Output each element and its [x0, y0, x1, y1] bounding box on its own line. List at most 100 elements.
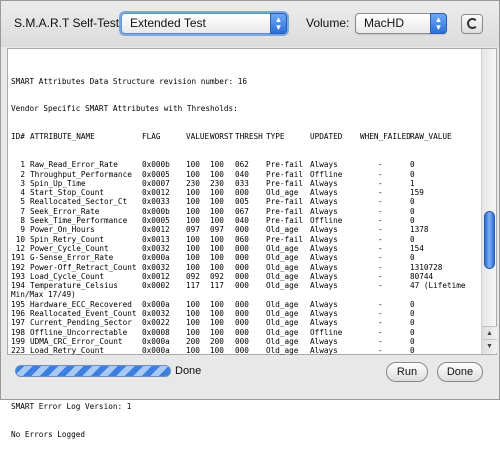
table-cell: Reallocated_Event_Count: [30, 309, 137, 319]
table-cell: 000: [235, 346, 249, 356]
table-cell: Pre-fail: [266, 178, 304, 188]
table-cell: -: [378, 281, 383, 291]
table-cell: 100: [186, 160, 200, 170]
table-cell: 193: [11, 271, 25, 281]
table-cell: Pre-fail: [266, 197, 304, 207]
table-cell: 0x000a: [142, 253, 170, 263]
table-cell: -: [378, 318, 383, 328]
table-cell: Pre-fail: [266, 234, 304, 244]
table-cell: 200: [186, 336, 200, 346]
table-row: 5 Reallocated_Sector_Ct 0x0033 100 100 005 Pre…: [11, 197, 476, 206]
table-cell: 0x0013: [142, 234, 170, 244]
table-cell: Old_age: [266, 243, 299, 253]
table-cell: Always: [310, 262, 338, 272]
table-cell: 100: [210, 169, 224, 179]
table-cell: 198: [11, 327, 25, 337]
table-cell: -: [378, 346, 383, 356]
table-row: 1 Raw_Read_Error_Rate 0x000b 100 100 062 Pre-f…: [11, 160, 476, 169]
table-cell: 194: [11, 281, 25, 291]
table-cell: 000: [235, 309, 249, 319]
table-cell: 195: [11, 299, 25, 309]
table-cell: 100: [210, 234, 224, 244]
table-cell: 0x0008: [142, 327, 170, 337]
table-cell: 100: [210, 206, 224, 216]
self-test-select[interactable]: Extended Test ▲ ▼: [121, 13, 287, 34]
scroll-down-arrow-icon[interactable]: ▼: [482, 339, 497, 353]
table-cell: 033: [235, 178, 249, 188]
done-button[interactable]: Done: [437, 362, 483, 382]
table-cell: Always: [310, 346, 338, 356]
table-cell: Always: [310, 188, 338, 198]
table-cell: 0x000b: [142, 160, 170, 170]
table-cell: Always: [310, 197, 338, 207]
table-cell: 000: [235, 243, 249, 253]
table-cell: 100: [210, 197, 224, 207]
table-cell: 223: [11, 346, 25, 356]
table-row: 7 Seek_Error_Rate 0x000b 100 100 067 Pre-fail A…: [11, 207, 476, 216]
table-cell: 000: [235, 336, 249, 346]
table-cell: G-Sense_Error_Rate: [30, 253, 114, 263]
table-cell: -: [378, 243, 383, 253]
table-cell: Always: [310, 253, 338, 263]
table-cell: 100: [210, 188, 224, 198]
table-cell: 0: [410, 346, 415, 356]
column-header: UPDATED: [310, 132, 343, 142]
table-cell: -: [378, 262, 383, 272]
column-header-row: ID# ATTRIBUTE_NAME FLAG VALUE WORST THRESH TYP…: [11, 132, 476, 141]
column-header: THRESH: [235, 132, 263, 142]
table-cell: 200: [210, 336, 224, 346]
table-cell: 0: [410, 327, 415, 337]
table-cell: 100: [186, 243, 200, 253]
table-cell: Hardware_ECC_Recovered: [30, 299, 132, 309]
table-cell: 100: [186, 188, 200, 198]
run-button[interactable]: Run: [386, 362, 428, 382]
table-cell: 0x000a: [142, 336, 170, 346]
scroll-up-arrow-icon[interactable]: ▲: [482, 326, 497, 340]
table-cell: Reallocated_Sector_Ct: [30, 197, 128, 207]
table-cell: 1: [410, 178, 415, 188]
table-row: 196 Reallocated_Event_Count 0x0032 100 100 00…: [11, 309, 476, 318]
header-line: Vendor Specific SMART Attributes with Th…: [11, 104, 238, 114]
table-cell: -: [378, 197, 383, 207]
table-cell: Old_age: [266, 299, 299, 309]
volume-value: MacHD: [364, 16, 405, 30]
table-cell: 117: [210, 281, 224, 291]
column-header: FLAG: [142, 132, 161, 142]
table-cell: 005: [235, 197, 249, 207]
table-cell: 100: [210, 318, 224, 328]
table-cell: 092: [210, 271, 224, 281]
table-cell: 000: [235, 253, 249, 263]
table-cell: 0: [410, 160, 415, 170]
table-cell: 100: [186, 169, 200, 179]
table-cell: Seek_Error_Rate: [30, 206, 100, 216]
table-row: 193 Load_Cycle_Count 0x0012 092 092 000 Old_ag…: [11, 272, 476, 281]
table-cell: 3: [20, 178, 25, 188]
column-header: TYPE: [266, 132, 285, 142]
table-cell: 0x0007: [142, 178, 170, 188]
table-cell: 100: [186, 318, 200, 328]
output-area[interactable]: SMART Attributes Data Structure revision…: [7, 48, 497, 439]
volume-select[interactable]: MacHD ▲ ▼: [355, 13, 447, 34]
vertical-scrollbar[interactable]: ▲ ▼: [481, 49, 497, 354]
status-text: Done: [175, 365, 202, 377]
table-cell: Old_age: [266, 188, 299, 198]
table-cell: 7: [20, 206, 25, 216]
table-cell: 230: [210, 178, 224, 188]
table-cell: 8: [20, 216, 25, 226]
table-cell: 0x0032: [142, 243, 170, 253]
scroll-thumb[interactable]: [484, 211, 495, 269]
refresh-button[interactable]: [461, 14, 483, 34]
table-cell: Power_On_Hours: [30, 225, 95, 235]
table-cell: Offline: [310, 327, 343, 337]
table-cell: 1378: [410, 225, 429, 235]
table-cell: -: [378, 178, 383, 188]
table-cell: -: [378, 160, 383, 170]
table-cell: -: [378, 206, 383, 216]
table-cell: Always: [310, 318, 338, 328]
table-cell: Old_age: [266, 262, 299, 272]
table-cell: -: [378, 225, 383, 235]
table-cell: 100: [210, 160, 224, 170]
table-cell: 097: [186, 225, 200, 235]
table-cell: Always: [310, 206, 338, 216]
table-cell: Old_age: [266, 253, 299, 263]
